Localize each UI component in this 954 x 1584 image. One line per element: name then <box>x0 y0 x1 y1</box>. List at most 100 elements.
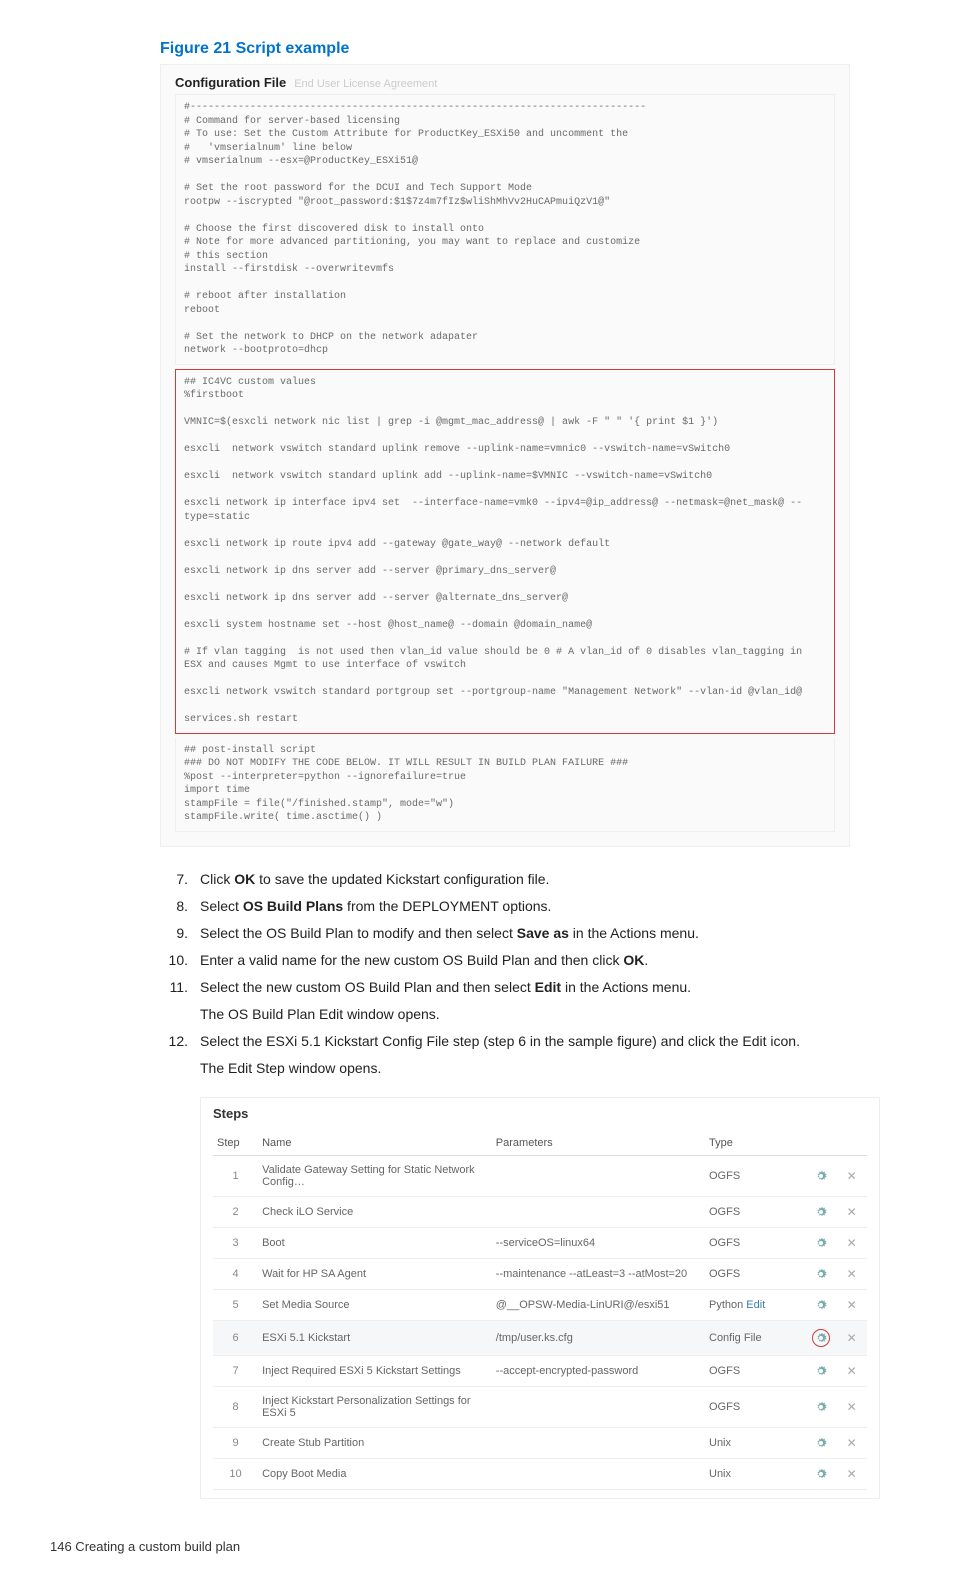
cell-params <box>492 1458 705 1489</box>
cell-params: /tmp/user.ks.cfg <box>492 1320 705 1355</box>
instruction-item: 12.Select the ESXi 5.1 Kickstart Config … <box>160 1031 894 1052</box>
remove-cell[interactable]: ✕ <box>836 1196 867 1227</box>
remove-cell[interactable]: ✕ <box>836 1155 867 1196</box>
gear-icon <box>815 1401 827 1413</box>
gear-cell[interactable] <box>805 1155 836 1196</box>
gear-icon <box>815 1268 827 1280</box>
remove-cell[interactable]: ✕ <box>836 1227 867 1258</box>
step-number: 10. <box>160 950 200 971</box>
close-icon[interactable]: ✕ <box>847 1236 857 1250</box>
cell-name: ESXi 5.1 Kickstart <box>258 1320 492 1355</box>
cell-params: @__OPSW-Media-LinURI@/esxi51 <box>492 1289 705 1320</box>
gear-cell[interactable] <box>805 1227 836 1258</box>
cell-step: 6 <box>213 1320 258 1355</box>
table-row[interactable]: 4Wait for HP SA Agent--maintenance --atL… <box>213 1258 867 1289</box>
gear-icon <box>815 1170 827 1182</box>
gear-cell[interactable] <box>805 1386 836 1427</box>
code-bottom: ## post-install script ### DO NOT MODIFY… <box>175 738 835 832</box>
instruction-list: 7.Click OK to save the updated Kickstart… <box>160 869 894 1079</box>
table-row[interactable]: 8Inject Kickstart Personalization Settin… <box>213 1386 867 1427</box>
cell-step: 7 <box>213 1355 258 1386</box>
gear-icon-circled[interactable] <box>812 1329 830 1347</box>
step-text: Select OS Build Plans from the DEPLOYMEN… <box>200 896 894 917</box>
table-row[interactable]: 10Copy Boot MediaUnix✕ <box>213 1458 867 1489</box>
gear-icon <box>815 1299 827 1311</box>
close-icon[interactable]: ✕ <box>847 1467 857 1481</box>
table-row[interactable]: 2Check iLO ServiceOGFS✕ <box>213 1196 867 1227</box>
close-icon[interactable]: ✕ <box>847 1331 857 1345</box>
remove-cell[interactable]: ✕ <box>836 1427 867 1458</box>
close-icon[interactable]: ✕ <box>847 1267 857 1281</box>
cell-name: Inject Kickstart Personalization Setting… <box>258 1386 492 1427</box>
gear-cell[interactable] <box>805 1458 836 1489</box>
remove-cell[interactable]: ✕ <box>836 1289 867 1320</box>
remove-cell[interactable]: ✕ <box>836 1355 867 1386</box>
step-subtext: The OS Build Plan Edit window opens. <box>200 1004 894 1025</box>
column-header: Parameters <box>492 1131 705 1156</box>
cell-step: 4 <box>213 1258 258 1289</box>
gear-icon <box>815 1237 827 1249</box>
step-number: 11. <box>160 977 200 998</box>
cell-name: Inject Required ESXi 5 Kickstart Setting… <box>258 1355 492 1386</box>
step-number: 12. <box>160 1031 200 1052</box>
cell-params <box>492 1155 705 1196</box>
remove-cell[interactable]: ✕ <box>836 1320 867 1355</box>
step-text: Select the OS Build Plan to modify and t… <box>200 923 894 944</box>
table-row[interactable]: 7Inject Required ESXi 5 Kickstart Settin… <box>213 1355 867 1386</box>
step-number: 8. <box>160 896 200 917</box>
figure-title: Figure 21 Script example <box>160 40 894 58</box>
table-row[interactable]: 5Set Media Source@__OPSW-Media-LinURI@/e… <box>213 1289 867 1320</box>
column-header: Step <box>213 1131 258 1156</box>
instruction-item: 7.Click OK to save the updated Kickstart… <box>160 869 894 890</box>
close-icon[interactable]: ✕ <box>847 1205 857 1219</box>
cell-params <box>492 1386 705 1427</box>
cell-params <box>492 1196 705 1227</box>
gear-icon <box>815 1206 827 1218</box>
gear-cell[interactable] <box>805 1355 836 1386</box>
cell-params: --maintenance --atLeast=3 --atMost=20 <box>492 1258 705 1289</box>
gear-cell[interactable] <box>805 1427 836 1458</box>
close-icon[interactable]: ✕ <box>847 1436 857 1450</box>
cell-step: 3 <box>213 1227 258 1258</box>
cell-params: --accept-encrypted-password <box>492 1355 705 1386</box>
cell-name: Validate Gateway Setting for Static Netw… <box>258 1155 492 1196</box>
cell-name: Boot <box>258 1227 492 1258</box>
cell-name: Wait for HP SA Agent <box>258 1258 492 1289</box>
table-row[interactable]: 6ESXi 5.1 Kickstart/tmp/user.ks.cfgConfi… <box>213 1320 867 1355</box>
close-icon[interactable]: ✕ <box>847 1298 857 1312</box>
steps-table-screenshot: Steps StepNameParametersType 1Validate G… <box>200 1097 880 1499</box>
remove-cell[interactable]: ✕ <box>836 1386 867 1427</box>
gear-cell[interactable] <box>805 1289 836 1320</box>
close-icon[interactable]: ✕ <box>847 1364 857 1378</box>
instruction-item: 9.Select the OS Build Plan to modify and… <box>160 923 894 944</box>
cell-step: 10 <box>213 1458 258 1489</box>
step-text: Click OK to save the updated Kickstart c… <box>200 869 894 890</box>
cell-type: OGFS <box>705 1155 805 1196</box>
cell-step: 1 <box>213 1155 258 1196</box>
remove-cell[interactable]: ✕ <box>836 1458 867 1489</box>
step-number: 7. <box>160 869 200 890</box>
close-icon[interactable]: ✕ <box>847 1400 857 1414</box>
step-text: Select the ESXi 5.1 Kickstart Config Fil… <box>200 1031 894 1052</box>
steps-table-title: Steps <box>213 1106 867 1121</box>
table-row[interactable]: 9Create Stub PartitionUnix✕ <box>213 1427 867 1458</box>
gear-cell[interactable] <box>805 1196 836 1227</box>
step-text: Enter a valid name for the new custom OS… <box>200 950 894 971</box>
close-icon[interactable]: ✕ <box>847 1169 857 1183</box>
remove-cell[interactable]: ✕ <box>836 1258 867 1289</box>
cell-step: 2 <box>213 1196 258 1227</box>
cell-type: OGFS <box>705 1196 805 1227</box>
cell-type: OGFS <box>705 1355 805 1386</box>
steps-table: StepNameParametersType 1Validate Gateway… <box>213 1131 867 1490</box>
instruction-item: 8.Select OS Build Plans from the DEPLOYM… <box>160 896 894 917</box>
gear-cell[interactable] <box>805 1320 836 1355</box>
cell-name: Set Media Source <box>258 1289 492 1320</box>
gear-cell[interactable] <box>805 1258 836 1289</box>
table-row[interactable]: 1Validate Gateway Setting for Static Net… <box>213 1155 867 1196</box>
table-row[interactable]: 3Boot--serviceOS=linux64OGFS✕ <box>213 1227 867 1258</box>
cell-type: Unix <box>705 1458 805 1489</box>
column-header-blank <box>836 1131 867 1156</box>
gear-icon <box>815 1437 827 1449</box>
instruction-item: 11.Select the new custom OS Build Plan a… <box>160 977 894 998</box>
gear-icon <box>815 1365 827 1377</box>
